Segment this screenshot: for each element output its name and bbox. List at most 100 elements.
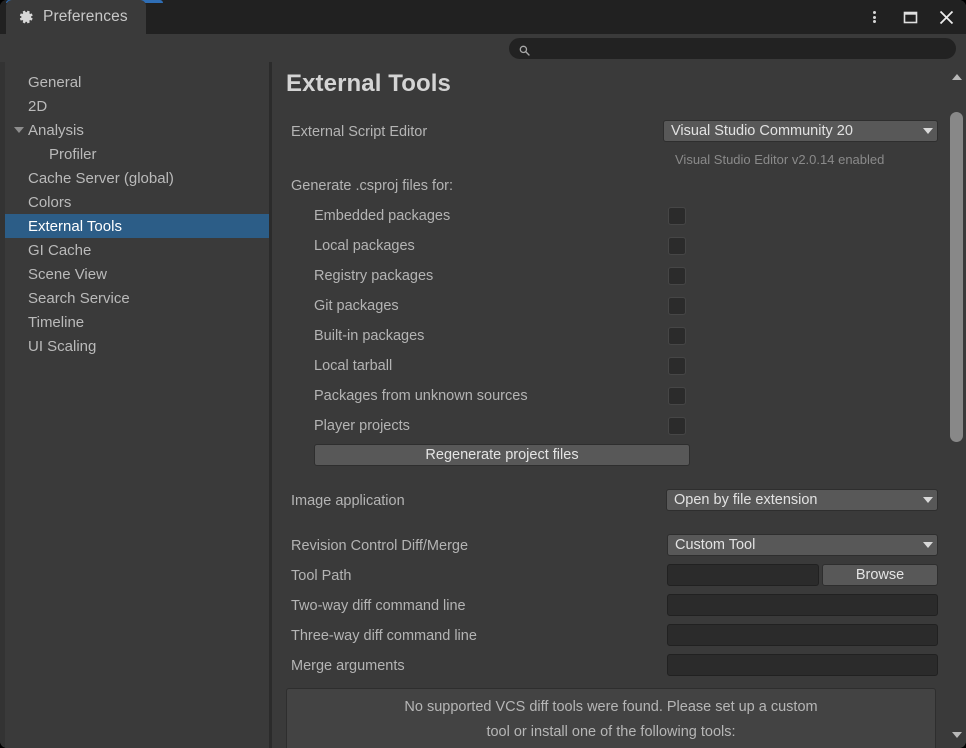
sidebar-item-label: Profiler <box>49 146 97 163</box>
csproj-option-label: Local packages <box>314 238 415 254</box>
csproj-option-label: Local tarball <box>314 358 392 374</box>
sidebar-item-label: UI Scaling <box>28 338 96 355</box>
csproj-option-label: Player projects <box>314 418 410 434</box>
external-tools-panel: External Tools External Script Editor Vi… <box>272 62 966 748</box>
sidebar-item-label: Cache Server (global) <box>28 170 174 187</box>
sidebar-item-scene-view[interactable]: Scene View <box>5 262 269 286</box>
info-line-1: No supported VCS diff tools were found. … <box>299 695 923 720</box>
preferences-window: Preferences <box>0 0 966 748</box>
chevron-down-icon <box>923 542 933 548</box>
three-way-diff-input[interactable] <box>667 624 938 646</box>
image-application-label: Image application <box>291 493 405 509</box>
sidebar-item-label: Search Service <box>28 290 130 307</box>
script-editor-note: Visual Studio Editor v2.0.14 enabled <box>675 152 884 167</box>
external-script-editor-label: External Script Editor <box>291 124 427 140</box>
csproj-option-label: Built-in packages <box>314 328 424 344</box>
kebab-menu-icon[interactable] <box>864 7 884 27</box>
sidebar-item-label: GI Cache <box>28 242 91 259</box>
maximize-icon[interactable] <box>900 7 920 27</box>
sidebar-item-label: External Tools <box>28 218 122 235</box>
two-way-diff-label: Two-way diff command line <box>291 598 466 614</box>
csproj-option-checkbox[interactable] <box>668 327 686 345</box>
sidebar-item-profiler[interactable]: Profiler <box>5 142 269 166</box>
csproj-option-label: Packages from unknown sources <box>314 388 528 404</box>
kebab-dot <box>873 20 876 23</box>
regenerate-project-files-button[interactable]: Regenerate project files <box>314 444 690 466</box>
csproj-option-checkbox[interactable] <box>668 207 686 225</box>
kebab-dot <box>873 11 876 14</box>
external-script-editor-value: Visual Studio Community 20 <box>671 123 919 139</box>
sidebar-item-label: Timeline <box>28 314 84 331</box>
csproj-option-row: Embedded packages <box>272 204 948 228</box>
revision-control-label: Revision Control Diff/Merge <box>291 538 468 554</box>
merge-arguments-input[interactable] <box>667 654 938 676</box>
csproj-option-row: Local packages <box>272 234 948 258</box>
csproj-option-label: Registry packages <box>314 268 433 284</box>
image-application-value: Open by file extension <box>674 492 919 508</box>
browse-button-label: Browse <box>856 567 904 583</box>
sidebar-item-general[interactable]: General <box>5 70 269 94</box>
csproj-option-label: Git packages <box>314 298 399 314</box>
settings-sidebar: General 2D Analysis Profiler Cache Server (g… <box>5 62 269 748</box>
toolbar <box>0 34 966 62</box>
sidebar-item-gi-cache[interactable]: GI Cache <box>5 238 269 262</box>
preferences-tab[interactable]: Preferences <box>6 0 146 34</box>
window-controls <box>864 0 956 34</box>
csproj-header-label: Generate .csproj files for: <box>291 178 453 194</box>
csproj-option-row: Packages from unknown sources <box>272 384 948 408</box>
content-area: General 2D Analysis Profiler Cache Server (g… <box>0 62 966 748</box>
scrollbar-track[interactable] <box>949 84 964 726</box>
revision-control-value: Custom Tool <box>675 537 919 553</box>
tab-title: Preferences <box>43 8 128 26</box>
sidebar-item-ui-scaling[interactable]: UI Scaling <box>5 334 269 358</box>
scroll-up-arrow-icon[interactable] <box>952 74 962 80</box>
csproj-option-row: Built-in packages <box>272 324 948 348</box>
scrollbar-thumb[interactable] <box>950 112 963 442</box>
vcs-info-message-box: No supported VCS diff tools were found. … <box>286 688 936 748</box>
tool-path-label: Tool Path <box>291 568 351 584</box>
revision-control-dropdown[interactable]: Custom Tool <box>667 534 938 556</box>
sidebar-item-timeline[interactable]: Timeline <box>5 310 269 334</box>
csproj-option-checkbox[interactable] <box>668 237 686 255</box>
csproj-option-row: Registry packages <box>272 264 948 288</box>
info-line-2: tool or install one of the following too… <box>299 720 923 745</box>
sidebar-item-label: 2D <box>28 98 47 115</box>
csproj-option-checkbox[interactable] <box>668 417 686 435</box>
sidebar-item-label: Scene View <box>28 266 107 283</box>
external-script-editor-dropdown[interactable]: Visual Studio Community 20 <box>663 120 938 142</box>
page-title: External Tools <box>286 70 451 98</box>
csproj-option-row: Player projects <box>272 414 948 438</box>
search-icon <box>519 43 530 54</box>
csproj-option-label: Embedded packages <box>314 208 450 224</box>
tree-expand-arrow-icon[interactable] <box>14 127 24 133</box>
settings-tree: General 2D Analysis Profiler Cache Server (g… <box>5 62 269 358</box>
two-way-diff-input[interactable] <box>667 594 938 616</box>
sidebar-item-analysis[interactable]: Analysis <box>5 118 269 142</box>
sidebar-item-search-service[interactable]: Search Service <box>5 286 269 310</box>
sidebar-item-external-tools[interactable]: External Tools <box>5 214 269 238</box>
search-box[interactable] <box>509 38 956 59</box>
csproj-option-checkbox[interactable] <box>668 387 686 405</box>
main-scrollbar[interactable] <box>949 62 964 748</box>
chevron-down-icon <box>923 128 933 134</box>
kebab-dot <box>873 16 876 19</box>
chevron-down-icon <box>923 497 933 503</box>
gear-icon <box>18 9 34 25</box>
csproj-option-checkbox[interactable] <box>668 267 686 285</box>
browse-button[interactable]: Browse <box>822 564 938 586</box>
image-application-dropdown[interactable]: Open by file extension <box>666 489 938 511</box>
search-input[interactable] <box>536 42 936 56</box>
regenerate-button-label: Regenerate project files <box>425 447 578 463</box>
sidebar-item-2d[interactable]: 2D <box>5 94 269 118</box>
merge-arguments-label: Merge arguments <box>291 658 405 674</box>
three-way-diff-label: Three-way diff command line <box>291 628 477 644</box>
sidebar-item-colors[interactable]: Colors <box>5 190 269 214</box>
csproj-option-row: Local tarball <box>272 354 948 378</box>
close-icon[interactable] <box>936 7 956 27</box>
scroll-down-arrow-icon[interactable] <box>952 732 962 738</box>
sidebar-item-label: Analysis <box>28 122 84 139</box>
csproj-option-checkbox[interactable] <box>668 297 686 315</box>
sidebar-item-cache-server-global[interactable]: Cache Server (global) <box>5 166 269 190</box>
csproj-option-checkbox[interactable] <box>668 357 686 375</box>
tool-path-input[interactable] <box>667 564 819 586</box>
